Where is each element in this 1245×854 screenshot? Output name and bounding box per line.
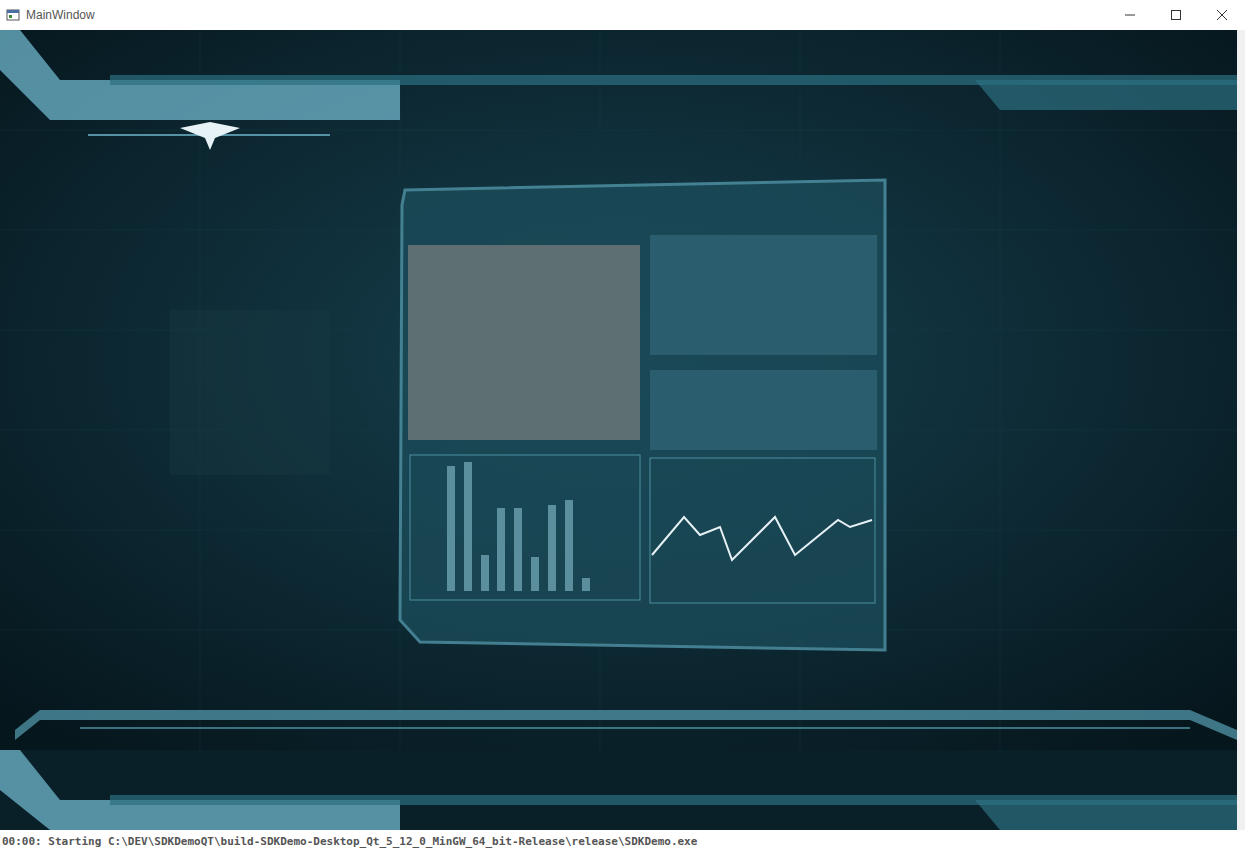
main-window: MainWindow <box>0 0 1245 854</box>
console-output: 00:00: Starting C:\DEV\SDKDemoQT\build-S… <box>0 830 1245 854</box>
app-icon <box>6 8 20 22</box>
minimize-icon <box>1125 10 1135 20</box>
window-title: MainWindow <box>26 6 95 24</box>
minimize-button[interactable] <box>1107 0 1153 30</box>
video-picture <box>0 30 1237 830</box>
maximize-button[interactable] <box>1153 0 1199 30</box>
close-button[interactable] <box>1199 0 1245 30</box>
maximize-icon <box>1171 10 1181 20</box>
console-line: 00:00: Starting C:\DEV\SDKDemoQT\build-S… <box>2 834 697 851</box>
video-frame <box>0 30 1237 830</box>
title-bar: MainWindow <box>0 0 1245 30</box>
close-icon <box>1217 10 1227 20</box>
